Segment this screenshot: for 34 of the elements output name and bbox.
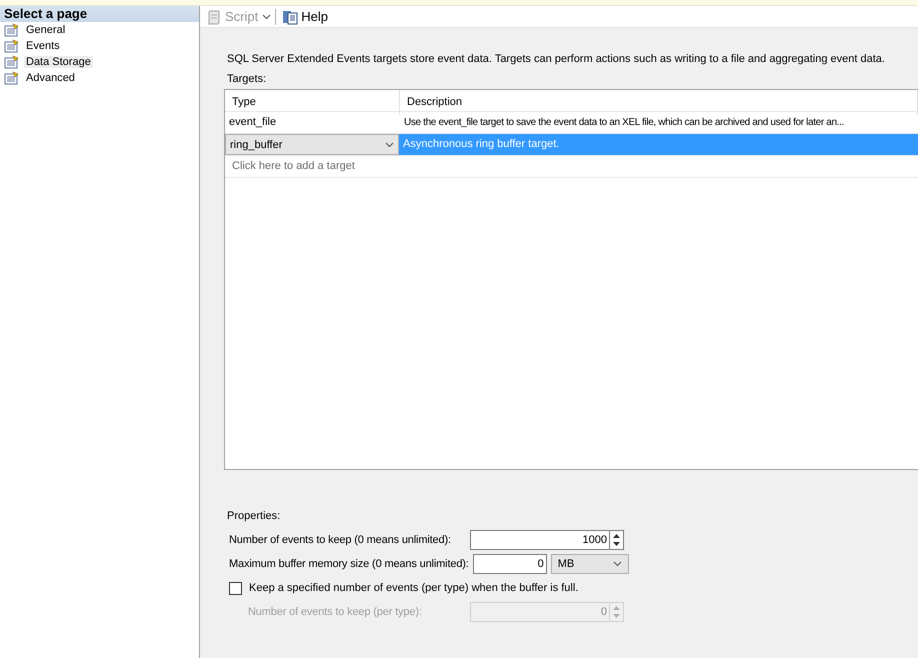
page-icon [4,71,20,85]
caret-icon [262,14,272,20]
unit-dropdown[interactable]: MB [550,554,629,574]
sidebar-item[interactable]: Data Storage [24,56,93,68]
sidebar-item[interactable]: Events [24,40,62,52]
add-target-row[interactable]: Click here to add a target [225,156,918,178]
checkbox-label: Keep a specified number of events (per type) when the buffer is full. [249,582,578,594]
table-cell-text: event_file [228,115,278,130]
page-icon [4,55,20,69]
document-icon [282,8,298,24]
description-text: SQL Server Extended Events targets store event data. Targets can perform actions such as writing to a file and aggregating event data. [226,53,886,65]
column-header: Type [225,90,400,115]
number-input[interactable]: 1000 [470,530,609,550]
field-label: Number of events to keep (0 means unlimited): [229,534,452,546]
page-icon [4,23,20,37]
chevron-down-icon [385,142,394,148]
sidebar-title: Select a page [0,6,199,22]
sidebar-item[interactable]: Advanced [24,72,77,84]
page-icon [4,39,20,53]
scroll-icon [206,8,222,24]
chevron-down-icon [612,561,622,567]
help-button[interactable]: Help [280,8,330,24]
spinner-arrows-icon[interactable] [609,530,624,550]
properties-label: Properties: [226,510,282,522]
targets-label: Targets: [226,73,268,85]
table-cell-text: Use the event_file target to save the event data to an XEL file, which can be archived and used for later an... [403,116,845,130]
field-label: Maximum buffer memory size (0 means unlimited): [229,558,470,570]
field-label: Number of events to keep (per type): [248,606,423,618]
table-cell: Asynchronous ring buffer target. [399,134,918,155]
type-dropdown[interactable]: ring_buffer [225,134,399,155]
sidebar-item[interactable]: General [24,24,68,36]
checkbox[interactable] [229,582,242,594]
size-input[interactable]: 0 [472,554,547,574]
column-header: Description [400,90,918,115]
